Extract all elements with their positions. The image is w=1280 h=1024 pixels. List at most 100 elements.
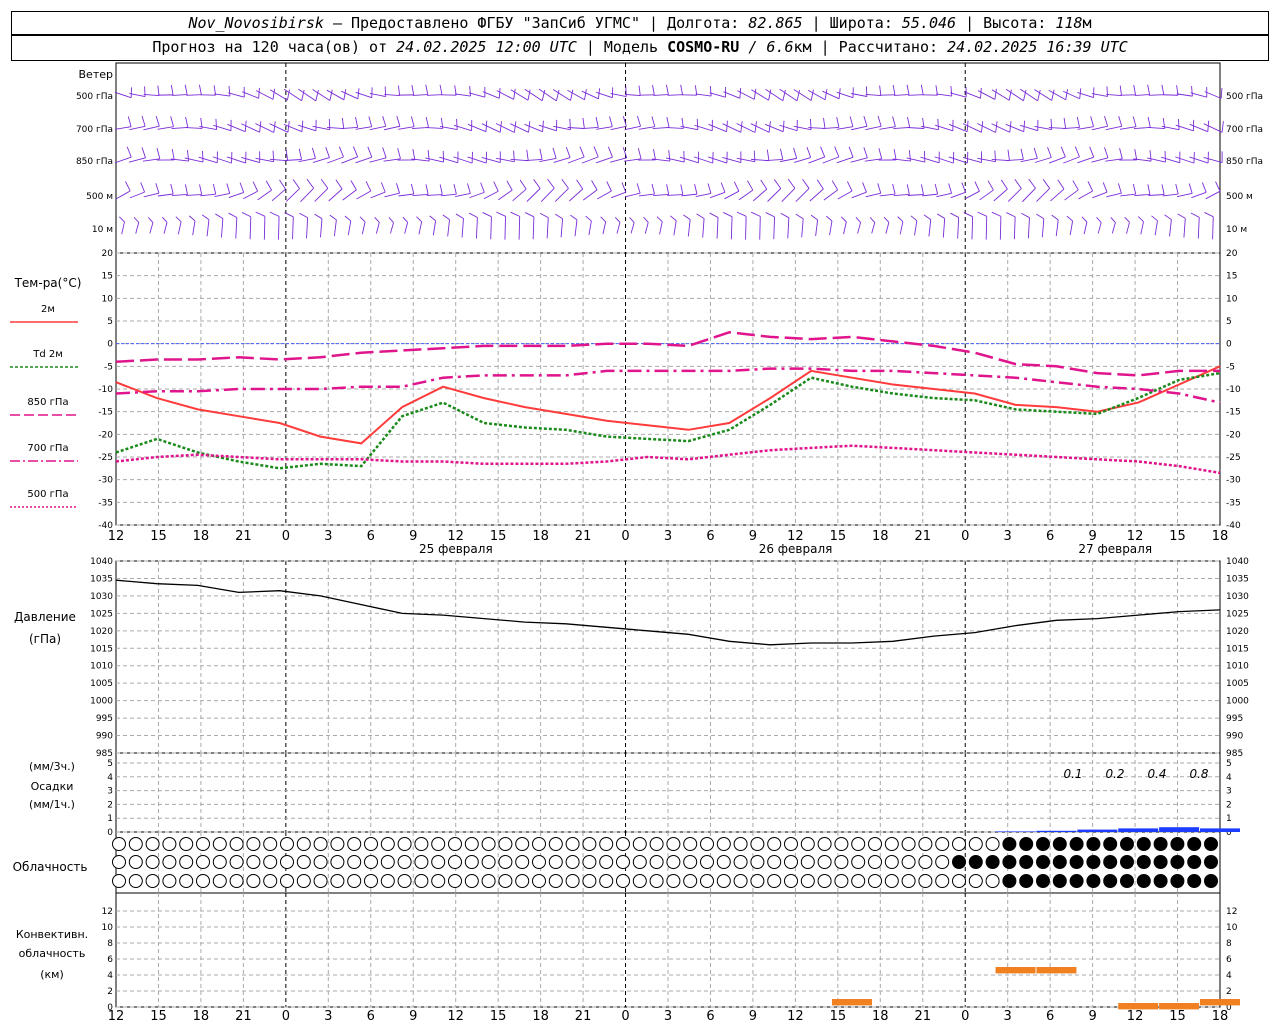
meteogram: 12 15 18 21 0 3 6 9 12 15 18 21 0 3 6 9 12 15 18 21 0 3 6 9 12 15… (10, 62, 1263, 1024)
wind-barb-flag (272, 150, 275, 162)
wind-barb-flag (1060, 146, 1066, 158)
temp-title: Тем-ра(°C) (14, 276, 82, 290)
cloud-symbol (1086, 874, 1101, 888)
wind-barb-flag (824, 89, 828, 100)
wind-barb-flag (239, 182, 245, 193)
wind-barb-flag (212, 184, 217, 195)
pres-ytick-left: 1040 (90, 557, 113, 567)
cloud-symbol (179, 855, 194, 869)
wind-barb (384, 93, 400, 97)
cloud-symbol (1036, 874, 1050, 888)
wind-barb (496, 157, 515, 163)
wind-barb (865, 94, 881, 96)
temp-ytick-left: -15 (98, 408, 113, 418)
conv-xtick: 21 (914, 1009, 931, 1024)
cloud-symbol (313, 874, 328, 888)
wind-barb-flag (1132, 116, 1137, 127)
wind-barb-flag (496, 211, 506, 217)
conv-xtick: 18 (872, 1009, 889, 1024)
cloud-symbol (128, 837, 143, 851)
cloud-symbol (700, 874, 714, 888)
wind-barb (129, 92, 146, 98)
wind-barb-flag (1161, 84, 1165, 95)
cloud-symbol (1187, 855, 1202, 869)
wind-barb-flag (1014, 179, 1022, 189)
wind-barb (624, 125, 641, 131)
wind-barb-flag (637, 148, 642, 159)
cloud-symbol (179, 874, 194, 888)
cloud-symbol (296, 855, 311, 869)
wind-barb (342, 189, 357, 201)
wind-barb (375, 222, 380, 234)
wind-barb (1126, 222, 1130, 234)
wind-barb-flag (878, 148, 883, 159)
wind-barb-flag (1124, 216, 1130, 223)
conv-bar (1159, 1003, 1200, 1010)
wind-barb (271, 188, 286, 202)
wind-barb-flag (897, 216, 904, 222)
wind-barb-flag (552, 147, 557, 159)
wind-barb (716, 217, 719, 239)
conv-xtick: 6 (706, 1009, 714, 1024)
wind-barb (498, 189, 513, 201)
wind-barb (1034, 89, 1052, 101)
cloud-symbol (851, 837, 866, 851)
wind-barb (1190, 92, 1207, 98)
cloud-symbol (1019, 855, 1034, 869)
cloud-symbol (666, 855, 681, 869)
wind-barb (885, 222, 890, 234)
wind-barb-flag (906, 84, 910, 95)
wind-barb (765, 159, 783, 161)
wind-barb (469, 191, 485, 199)
conv-ytick-left: 2 (107, 987, 113, 997)
cloud-symbol (313, 837, 328, 851)
wind-barb-flag (156, 148, 161, 159)
cloud-symbol (1153, 837, 1168, 851)
wind-barb (667, 194, 683, 196)
wind-barb-flag (823, 117, 826, 129)
conv-xtick: 12 (447, 1009, 464, 1024)
wind-barb (993, 188, 1008, 202)
prec-ytick-left: 0 (107, 828, 113, 838)
cloud-symbol (582, 855, 597, 869)
cloud-symbol (649, 837, 664, 851)
cloud-symbol (397, 837, 412, 851)
temp-ytick-right: -30 (1226, 476, 1241, 486)
pres-ytick-left: 1000 (90, 697, 113, 707)
wind-barb (249, 216, 252, 240)
wind-barb (412, 94, 428, 96)
wind-barb-flag (948, 183, 953, 194)
wind-barb (568, 188, 584, 202)
wind-barb (412, 194, 429, 196)
wind-barb (795, 188, 810, 202)
wind-barb-flag (869, 217, 876, 223)
cloud-symbol (952, 855, 966, 869)
cloud-symbol (1019, 874, 1034, 888)
wind-barb (581, 156, 599, 164)
wind-barb (1013, 216, 1016, 240)
cloud-symbol (431, 874, 446, 888)
wind-barb-flag (1221, 121, 1224, 133)
wind-barb-flag (148, 217, 154, 223)
temp-xtick: 15 (1169, 529, 1186, 544)
wind-barb (809, 188, 824, 202)
wind-barb (426, 194, 443, 196)
cloud-symbol (952, 837, 966, 851)
cloud-symbol (128, 855, 143, 869)
wind-barb (595, 156, 613, 164)
wind-barb-flag (820, 146, 826, 158)
wind-barb-flag (643, 216, 649, 223)
conv-bar (1118, 1003, 1159, 1010)
wind-barb-flag (1051, 89, 1055, 101)
wind-barb-flag (920, 84, 924, 95)
conv-subtitle: облачность (19, 947, 86, 960)
cloud-symbol (649, 874, 664, 888)
wind-barb (327, 156, 344, 164)
wind-barb-flag (561, 179, 569, 189)
pres-ytick-right: 1005 (1226, 679, 1249, 689)
conv-xtick: 15 (1169, 1009, 1186, 1024)
cloud-symbol (565, 837, 580, 851)
pres-ytick-right: 990 (1226, 732, 1243, 742)
cloud-symbol (145, 855, 160, 869)
pres-ytick-right: 1020 (1226, 627, 1249, 637)
